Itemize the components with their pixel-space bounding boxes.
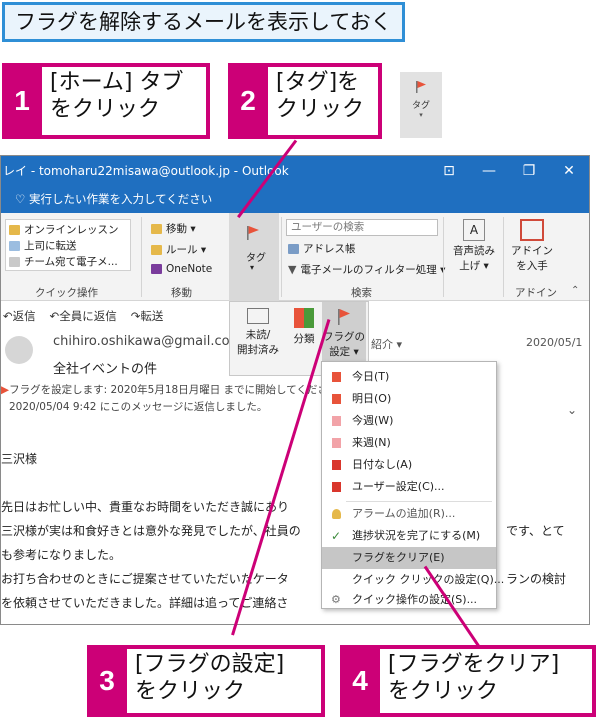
step-number: 1 [14,85,30,116]
flag-icon [332,372,341,382]
mail-actions: ↶返信 ↶全員に返信 ↷転送 [1,308,163,324]
forward-button[interactable]: ↷転送 [131,308,164,324]
ribbon: オンラインレッスン 上司に転送 チーム宛て電子メ... クイック操作 移動 ▾ … [1,213,589,301]
flag-icon: ▶ [1,384,10,396]
search-people-input[interactable]: ユーザーの検索 [286,219,438,236]
reply-all-button[interactable]: ↶全員に返信 [50,308,117,324]
step-3-callout: 3 [フラグの設定] をクリック [87,645,325,717]
tell-me-input[interactable]: 実行したい作業を入力してください [29,192,212,206]
tags-button[interactable]: タグ ▾ [229,213,279,301]
reply-info: 2020/05/04 9:42 にこのメッセージに返信しました。 [9,401,268,413]
menu-item-next-week[interactable]: 来週(N) [322,432,496,454]
flag-icon [332,482,341,492]
body-line: 先日はお忙しい中、貴重なお時間をいただき誠にあり [1,500,290,514]
menu-item-custom[interactable]: ユーザー設定(C)... [322,476,496,498]
folder-icon [9,224,20,235]
step-1-callout: 1 [ホーム] タブ をクリック [2,63,210,139]
menu-item-add-reminder[interactable]: アラームの追加(R)... [322,503,496,525]
restore-button[interactable]: ❐ [509,156,549,186]
window-titlebar: レイ - tomoharu22misawa@outlook.jp - Outlo… [1,156,589,186]
mail-subject: 全社イベントの件 [53,362,158,377]
menu-item-tomorrow[interactable]: 明日(O) [322,388,496,410]
address-book-button[interactable]: アドレス帳 [288,241,356,256]
close-button[interactable]: ✕ [549,156,589,186]
tag-button-reference: タグ ▾ [400,72,442,138]
flag-icon [338,309,350,325]
quick-step-item[interactable]: 上司に転送 [9,238,77,253]
follow-up-menu: 今日(T) 明日(O) 今週(W) 来週(N) 日付なし(A) ユーザー設定(C… [321,361,504,609]
window-title: レイ - tomoharu22misawa@outlook.jp - Outlo… [3,164,289,178]
flag-info: ▶フラグを設定します: 2020年5月18日月曜日 までに開始してください。 [1,384,349,396]
ribbon-display-icon[interactable]: ⊡ [429,156,469,186]
flag-icon [332,416,341,426]
mail-date: 2020/05/1 [526,336,583,349]
gear-icon: ⚙ [331,593,341,606]
menu-item-quick-actions[interactable]: ⚙ クイック操作の設定(S)... [322,591,496,609]
step-4-callout: 4 [フラグをクリア] をクリック [340,645,596,717]
menu-item-clear-flag[interactable]: フラグをクリア(E) [322,547,496,569]
step-number: 4 [352,665,368,696]
bell-icon [332,509,341,519]
quick-step-item[interactable]: チーム宛て電子メ... [9,254,118,269]
quick-steps-gallery[interactable]: オンラインレッスン 上司に転送 チーム宛て電子メ... [5,219,131,271]
categorize-icon [294,308,314,328]
unread-read-button[interactable]: 未読/ 開封済み [234,306,282,357]
menu-item-quick-click[interactable]: クイック クリックの設定(Q)... [322,569,504,591]
step-2-callout: 2 [タグ]を クリック [228,63,382,139]
minimize-button[interactable]: — [469,156,509,186]
checkmark-icon: ✓ [331,529,342,543]
quick-steps-label: クイック操作 [35,287,98,299]
flag-icon [332,438,341,448]
expand-header-icon[interactable]: ⌄ [567,403,577,417]
body-line-end: です、とて [506,524,565,538]
quick-step-item[interactable]: オンラインレッスン [9,222,119,237]
move-button[interactable]: 移動 ▾ [151,221,196,236]
read-aloud-button[interactable]: A 音声読み 上げ ▾ [453,217,495,281]
body-line-end: ランの検討 [506,572,567,586]
menu-item-no-date[interactable]: 日付なし(A) [322,454,496,476]
filter-icon: ▼ [288,263,297,276]
menu-item-today[interactable]: 今日(T) [322,366,496,388]
sender: chihiro.oshikawa@gmail.co [53,334,230,349]
move-group-label: 移動 [171,287,192,299]
flag-icon [416,81,426,93]
avatar [5,336,33,364]
flag-icon [332,460,341,470]
flag-icon [247,226,259,240]
step-number: 2 [240,85,256,116]
flag-icon [332,394,341,404]
envelope-icon [247,308,269,324]
outlook-window: レイ - tomoharu22misawa@outlook.jp - Outlo… [0,155,590,625]
onenote-button[interactable]: OneNote [151,263,212,275]
body-line: 三沢様 [1,452,38,466]
page-title: フラグを解除するメールを表示しておく [2,2,405,42]
introduce-link[interactable]: 紹介 ▾ [371,336,402,352]
rules-icon [151,244,162,255]
team-email-icon [9,256,20,267]
categorize-button[interactable]: 分類 [286,306,322,346]
step-number: 3 [99,665,115,696]
get-addins-button[interactable]: アドイン を入手 [511,217,553,281]
read-aloud-icon: A [463,219,485,241]
body-line: も参考になりました。 [1,548,122,562]
menu-item-mark-complete[interactable]: ✓ 進捗状況を完了にする(M) [322,525,496,547]
addin-group-label: アドイン [515,287,557,299]
lightbulb-icon: ♡ [15,192,29,206]
search-group-label: 検索 [351,287,372,299]
filter-email-button[interactable]: ▼ 電子メールのフィルター処理 ▾ [288,262,445,277]
menu-item-this-week[interactable]: 今週(W) [322,410,496,432]
addin-icon [520,219,544,241]
forward-icon [9,240,20,251]
address-book-icon [288,243,299,254]
collapse-ribbon-icon[interactable]: ⌃ [571,285,579,296]
rules-button[interactable]: ルール ▾ [151,242,206,257]
onenote-icon [151,264,162,274]
reply-button[interactable]: ↶返信 [3,308,36,324]
body-line: 三沢様が実は和食好きとは意外な発見でしたが、社員の [1,524,301,538]
move-folder-icon [151,223,162,234]
tell-me-bar[interactable]: ♡ 実行したい作業を入力してください [1,186,589,213]
